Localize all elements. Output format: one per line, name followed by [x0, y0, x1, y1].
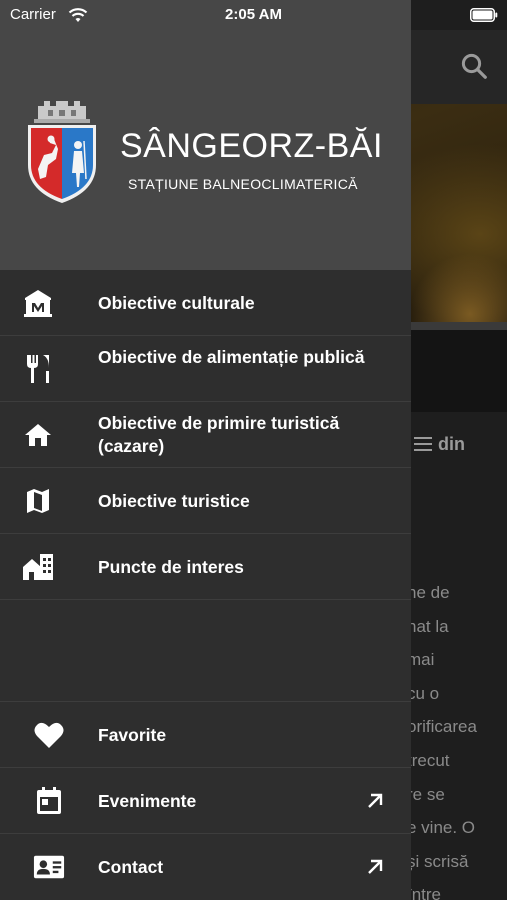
- article-line: între: [407, 885, 442, 900]
- app-title: SÂNGEORZ-BĂI: [120, 127, 383, 165]
- heart-icon: [33, 719, 65, 751]
- article-line: nat la: [407, 616, 449, 636]
- menu-item-label: Contact: [98, 857, 164, 877]
- article-line: trecut: [407, 750, 450, 770]
- menu-item-label: Obiective culturale: [98, 293, 255, 313]
- menu-item-evenimente[interactable]: Evenimente: [0, 768, 411, 834]
- drawer-header: SÂNGEORZ-BĂI STAȚIUNE BALNEOCLIMATERICĂ: [0, 0, 411, 270]
- background-article-text: ne de nat la mai cu o orificarea trecut …: [407, 576, 507, 900]
- background-menubar-label: din: [438, 433, 465, 454]
- menu-item-label: Evenimente: [98, 791, 197, 811]
- menu-item-label: Puncte de interes: [98, 557, 244, 577]
- external-link-arrow-icon: [368, 859, 383, 874]
- buildings-icon: [22, 551, 54, 583]
- clock: 2:05 AM: [225, 6, 282, 23]
- app-subtitle: STAȚIUNE BALNEOCLIMATERICĂ: [128, 176, 358, 192]
- article-line: ne de: [407, 583, 450, 602]
- menu-item-obiective-alimentatie[interactable]: Obiective de alimentație publică: [0, 336, 411, 402]
- calendar-icon: [33, 785, 65, 817]
- menu-item-puncte-de-interes[interactable]: Puncte de interes: [0, 534, 411, 600]
- article-line: re se: [407, 784, 445, 804]
- hamburger-icon: [414, 437, 432, 451]
- article-line: cu o: [407, 683, 440, 703]
- menu-item-label: Favorite: [98, 725, 167, 745]
- external-link-arrow-icon: [368, 793, 383, 808]
- coat-of-arms-logo: [28, 101, 96, 203]
- menu-item-favorite[interactable]: Favorite: [0, 702, 411, 768]
- article-line: mai: [407, 650, 435, 670]
- map-icon: [22, 485, 54, 517]
- fork-knife-icon: [22, 353, 54, 385]
- menu-item-obiective-cazare[interactable]: Obiective de primire turistică (cazare): [0, 402, 411, 468]
- museum-icon: [22, 287, 54, 319]
- search-icon[interactable]: [459, 51, 489, 81]
- navigation-drawer: SÂNGEORZ-BĂI STAȚIUNE BALNEOCLIMATERICĂ …: [0, 0, 411, 900]
- menu-item-obiective-turistice[interactable]: Obiective turistice: [0, 468, 411, 534]
- menu-item-label: Obiective de primire turistică (cazare): [98, 413, 340, 456]
- menu-item-label: Obiective turistice: [98, 491, 250, 511]
- menu-item-label: Obiective de alimentație publică: [98, 347, 365, 367]
- article-line: e vine. O: [407, 818, 476, 838]
- status-bar: Carrier 2:05 AM: [0, 0, 507, 30]
- menu-item-contact[interactable]: Contact: [0, 834, 411, 900]
- menu-item-obiective-culturale[interactable]: Obiective culturale: [0, 270, 411, 336]
- contact-card-icon: [33, 851, 65, 883]
- home-icon: [22, 419, 54, 451]
- article-line: și scrisă: [407, 851, 469, 871]
- article-line: orificarea: [407, 717, 477, 737]
- battery-icon: [470, 8, 498, 22]
